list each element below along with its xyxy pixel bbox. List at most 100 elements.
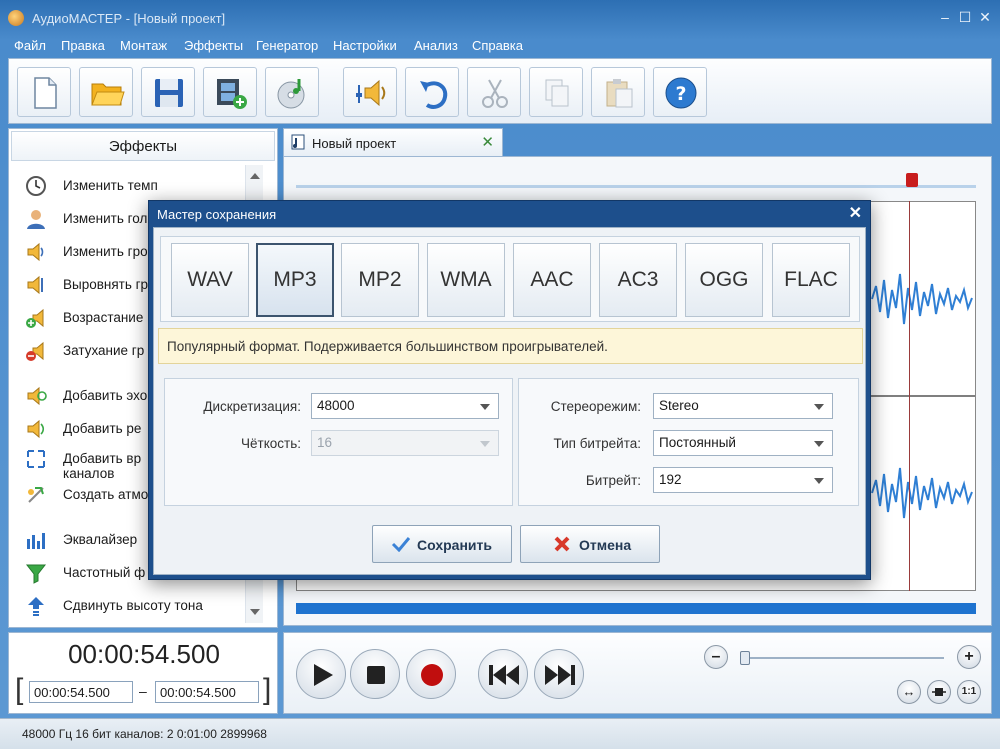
stop-button[interactable] bbox=[350, 649, 400, 699]
save-button[interactable] bbox=[141, 67, 195, 117]
bitrate-select[interactable]: 192 bbox=[653, 467, 833, 493]
new-file-button[interactable] bbox=[17, 67, 71, 117]
menu-montage[interactable]: Монтаж bbox=[120, 38, 167, 53]
dialog-close-icon[interactable]: ✕ bbox=[849, 203, 862, 223]
scroll-up-icon[interactable] bbox=[250, 173, 260, 179]
fit-selection-button[interactable] bbox=[927, 680, 951, 704]
menu-effects[interactable]: Эффекты bbox=[184, 38, 243, 53]
minimize-button[interactable]: – bbox=[936, 8, 954, 26]
transport-panel: – + ↔ 1:1 bbox=[283, 632, 992, 714]
app-window: АудиоМАСТЕР - [Новый проект] – ☐ ✕ Файл … bbox=[0, 0, 1000, 749]
menu-settings[interactable]: Настройки bbox=[333, 38, 397, 53]
record-button[interactable] bbox=[406, 649, 456, 699]
cancel-dialog-button[interactable]: Отмена bbox=[520, 525, 660, 563]
format-wma-button[interactable]: WMA bbox=[427, 243, 505, 317]
format-aac-button[interactable]: AAC bbox=[513, 243, 591, 317]
format-mp2-button[interactable]: MP2 bbox=[341, 243, 419, 317]
stereo-mode-label: Стереорежим: bbox=[550, 399, 641, 414]
selection-start-field[interactable]: 00:00:54.500 bbox=[29, 681, 133, 703]
zoom-slider-thumb[interactable] bbox=[740, 651, 750, 665]
format-flac-button[interactable]: FLAC bbox=[772, 243, 850, 317]
person-icon bbox=[27, 210, 45, 229]
encoding-settings: Стереорежим: Stereo Тип битрейта: Постоя… bbox=[518, 378, 859, 506]
save-dialog-button[interactable]: Сохранить bbox=[372, 525, 512, 563]
format-mp3-button[interactable]: MP3 bbox=[256, 243, 334, 317]
format-ogg-button[interactable]: OGG bbox=[685, 243, 763, 317]
bit-depth-select: 16 bbox=[311, 430, 499, 456]
effect-label: Возрастание bbox=[63, 310, 144, 325]
playhead-marker[interactable] bbox=[906, 173, 918, 187]
menu-help[interactable]: Справка bbox=[472, 38, 523, 53]
dialog-body: WAV MP3 MP2 WMA AAC AC3 OGG FLAC Популяр… bbox=[153, 227, 866, 575]
svg-text:?: ? bbox=[675, 83, 686, 105]
menu-analysis[interactable]: Анализ bbox=[414, 38, 458, 53]
effect-label-line2: каналов bbox=[63, 466, 115, 481]
menu-bar: Файл Правка Монтаж Эффекты Генератор Нас… bbox=[0, 36, 1000, 58]
bitrate-type-select[interactable]: Постоянный bbox=[653, 430, 833, 456]
filter-funnel-icon bbox=[25, 564, 47, 584]
format-ac3-button[interactable]: AC3 bbox=[599, 243, 677, 317]
effect-label: Создать атмо bbox=[63, 487, 149, 502]
selection-separator: – bbox=[139, 683, 147, 699]
cd-music-icon bbox=[277, 79, 305, 109]
rotate-channels-icon bbox=[27, 450, 45, 468]
cancel-dialog-label: Отмена bbox=[579, 537, 632, 553]
format-hint: Популярный формат. Подерживается большин… bbox=[158, 328, 863, 364]
menu-edit[interactable]: Правка bbox=[61, 38, 105, 53]
close-tab-icon[interactable]: ✕ bbox=[481, 133, 494, 151]
new-file-icon bbox=[34, 77, 57, 109]
menu-generator[interactable]: Генератор bbox=[256, 38, 318, 53]
quality-settings: Дискретизация: 48000 Чёткость: 16 bbox=[164, 378, 513, 506]
effect-label: Добавить эхо bbox=[63, 388, 148, 403]
save-dialog-label: Сохранить bbox=[417, 537, 492, 553]
maximize-button[interactable]: ☐ bbox=[956, 8, 974, 26]
atmosphere-icon bbox=[28, 487, 44, 503]
scroll-down-icon[interactable] bbox=[250, 609, 260, 615]
selection-end-field[interactable]: 00:00:54.500 bbox=[155, 681, 259, 703]
help-button[interactable]: ? bbox=[653, 67, 707, 117]
effect-label: Частотный ф bbox=[63, 565, 146, 580]
rewind-button[interactable] bbox=[478, 649, 528, 699]
format-wav-button[interactable]: WAV bbox=[171, 243, 249, 317]
selection-bracket-close: ] bbox=[263, 673, 272, 706]
stereo-mode-select[interactable]: Stereo bbox=[653, 393, 833, 419]
zoom-slider[interactable] bbox=[744, 657, 944, 659]
stop-icon bbox=[367, 666, 385, 684]
undo-button[interactable] bbox=[405, 67, 459, 117]
save-wizard-dialog: Мастер сохранения ✕ WAV MP3 MP2 WMA AAC … bbox=[148, 200, 871, 580]
chevron-down-icon bbox=[814, 441, 824, 447]
menu-file[interactable]: Файл bbox=[14, 38, 46, 53]
audio-settings-button[interactable] bbox=[343, 67, 397, 117]
format-selector: WAV MP3 MP2 WMA AAC AC3 OGG FLAC bbox=[160, 236, 860, 322]
play-button[interactable] bbox=[296, 649, 346, 699]
overview-scrollbar[interactable] bbox=[296, 603, 976, 614]
help-icon: ? bbox=[665, 77, 697, 109]
sample-rate-select[interactable]: 48000 bbox=[311, 393, 499, 419]
effect-label: Эквалайзер bbox=[63, 532, 138, 547]
playback-line bbox=[909, 201, 910, 591]
cut-button[interactable] bbox=[467, 67, 521, 117]
save-icon bbox=[155, 79, 183, 107]
chevron-down-icon bbox=[480, 441, 490, 447]
open-folder-button[interactable] bbox=[79, 67, 133, 117]
zoom-out-button[interactable]: – bbox=[704, 645, 728, 669]
add-video-button[interactable] bbox=[203, 67, 257, 117]
effect-label: Изменить гро bbox=[63, 244, 148, 259]
timeline-ruler[interactable] bbox=[296, 185, 976, 188]
extract-cd-button[interactable] bbox=[265, 67, 319, 117]
fit-width-button[interactable]: ↔ bbox=[897, 680, 921, 704]
app-logo-icon bbox=[8, 10, 24, 26]
fast-forward-button[interactable] bbox=[534, 649, 584, 699]
paste-button[interactable] bbox=[591, 67, 645, 117]
effect-label: Изменить темп bbox=[63, 178, 158, 193]
effect-label: Затухание гр bbox=[63, 343, 145, 358]
copy-button[interactable] bbox=[529, 67, 583, 117]
current-time-display: 00:00:54.500 bbox=[68, 639, 220, 669]
zoom-1-1-button[interactable]: 1:1 bbox=[957, 680, 981, 704]
tab-project[interactable]: Новый проект ✕ bbox=[283, 128, 503, 156]
time-panel: 00:00:54.500 [ 00:00:54.500 – 00:00:54.5… bbox=[8, 632, 278, 714]
chevron-down-icon bbox=[814, 478, 824, 484]
close-window-button[interactable]: ✕ bbox=[976, 8, 994, 26]
bit-depth-value: 16 bbox=[317, 435, 333, 450]
zoom-in-button[interactable]: + bbox=[957, 645, 981, 669]
